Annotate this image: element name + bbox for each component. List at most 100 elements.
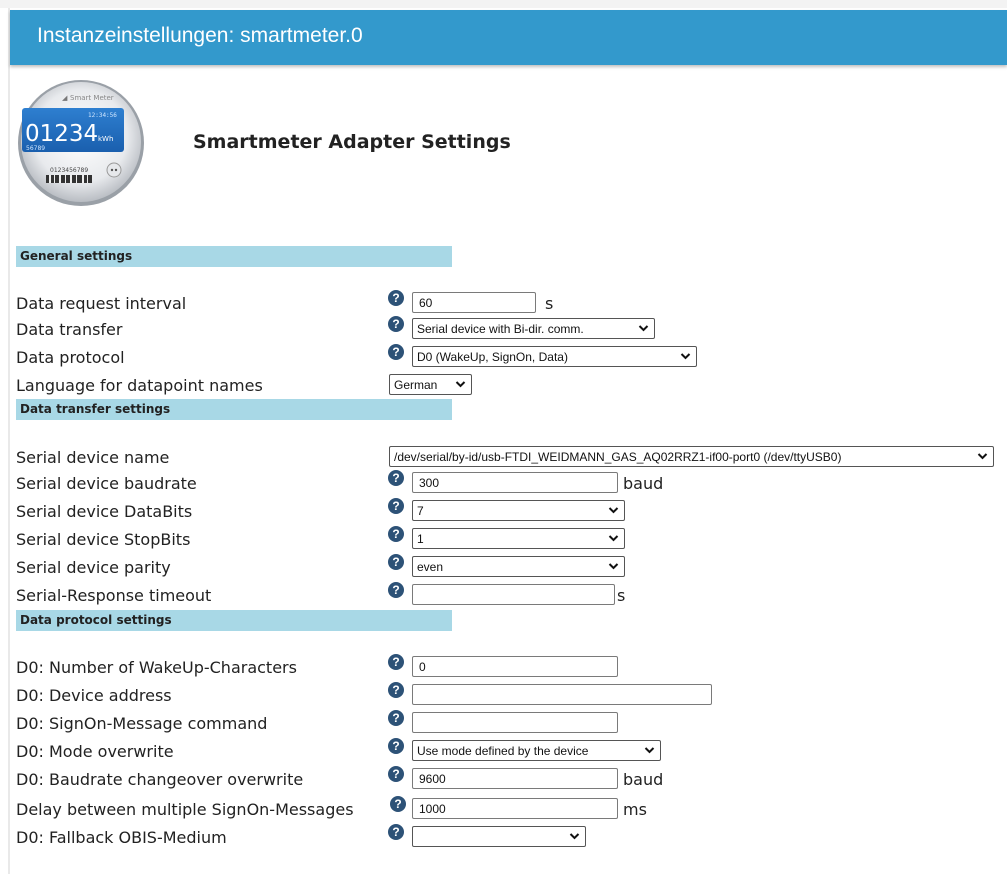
row-serial-baudrate: Serial device baudrate ? 300 baud [16, 470, 1007, 496]
row-data-request-interval: Data request interval ? 60 s [16, 290, 1007, 316]
row-serial-parity: Serial device parity ? even [16, 554, 1007, 580]
row-signon-delay: Delay between multiple SignOn-Messages ?… [16, 796, 1007, 822]
unit-ms: ms [623, 800, 647, 819]
serial-device-name-value: /dev/serial/by-id/usb-FTDI_WEIDMANN_GAS_… [394, 450, 842, 464]
section-data-protocol-settings: Data protocol settings [16, 610, 452, 631]
serial-databits-value: 7 [417, 504, 424, 518]
row-d0-fallback-obis: D0: Fallback OBIS-Medium ? [16, 824, 1007, 850]
help-icon[interactable]: ? [388, 738, 404, 754]
help-icon[interactable]: ? [388, 498, 404, 514]
chevron-down-icon [608, 507, 619, 514]
help-icon[interactable]: ? [388, 582, 404, 598]
meter-reading: 01234 [25, 121, 98, 147]
chevron-down-icon [680, 353, 691, 360]
unit-baud: baud [623, 770, 664, 789]
serial-databits-select[interactable]: 7 [412, 500, 625, 521]
dialog-header: Instanzeinstellungen: smartmeter.0 [10, 10, 1007, 65]
row-serial-device-name: Serial device name /dev/serial/by-id/usb… [16, 444, 1007, 470]
d0-mode-overwrite-select[interactable]: Use mode defined by the device [412, 740, 661, 761]
meter-sub: 56789 [26, 145, 45, 152]
help-icon[interactable]: ? [388, 316, 404, 332]
row-d0-wakeup-characters: D0: Number of WakeUp-Characters ? 0 [16, 654, 1007, 680]
help-icon[interactable]: ? [388, 766, 404, 782]
label-serial-device-name: Serial device name [16, 448, 170, 467]
row-d0-signon-command: D0: SignOn-Message command ? [16, 710, 1007, 736]
meter-unit: kWh [98, 135, 113, 143]
signon-delay-input[interactable]: 1000 [412, 798, 618, 819]
serial-stopbits-value: 1 [417, 532, 424, 546]
chevron-down-icon [569, 833, 580, 840]
unit-seconds: s [545, 294, 554, 313]
dialog-title: Instanzeinstellungen: smartmeter.0 [37, 24, 363, 47]
label-serial-databits: Serial device DataBits [16, 502, 193, 521]
help-icon[interactable]: ? [388, 344, 404, 360]
row-serial-response-timeout: Serial-Response timeout ? s [16, 582, 1007, 608]
row-data-protocol: Data protocol ? D0 (WakeUp, SignOn, Data… [16, 344, 1007, 370]
meter-serial: 0123456789 [50, 167, 88, 174]
chevron-down-icon [608, 535, 619, 542]
help-icon[interactable]: ? [388, 290, 404, 306]
serial-stopbits-select[interactable]: 1 [412, 528, 625, 549]
help-icon[interactable]: ? [388, 682, 404, 698]
data-transfer-value: Serial device with Bi-dir. comm. [417, 322, 584, 336]
row-serial-stopbits: Serial device StopBits ? 1 [16, 526, 1007, 552]
d0-baudrate-changeover-input[interactable]: 9600 [412, 768, 618, 789]
help-icon[interactable]: ? [388, 654, 404, 670]
help-icon[interactable]: ? [388, 824, 404, 840]
label-d0-baudrate-changeover: D0: Baudrate changeover overwrite [16, 770, 304, 789]
row-data-transfer: Data transfer ? Serial device with Bi-di… [16, 316, 1007, 342]
d0-signon-command-input[interactable] [412, 712, 618, 733]
serial-parity-value: even [417, 560, 444, 574]
chevron-down-icon [644, 747, 655, 754]
label-data-request-interval: Data request interval [16, 294, 187, 313]
help-icon[interactable]: ? [390, 796, 406, 812]
serial-parity-select[interactable]: even [412, 556, 625, 577]
serial-device-name-select[interactable]: /dev/serial/by-id/usb-FTDI_WEIDMANN_GAS_… [389, 446, 994, 467]
top-border [0, 0, 1007, 8]
section-data-transfer-settings: Data transfer settings [16, 399, 452, 420]
meter-time: 12:34:56 [88, 112, 117, 119]
help-icon[interactable]: ? [388, 526, 404, 542]
label-data-transfer: Data transfer [16, 320, 123, 339]
label-d0-signon-command: D0: SignOn-Message command [16, 714, 268, 733]
data-request-interval-input[interactable]: 60 [412, 292, 536, 313]
data-transfer-select[interactable]: Serial device with Bi-dir. comm. [412, 318, 655, 339]
help-icon[interactable]: ? [388, 710, 404, 726]
row-serial-databits: Serial device DataBits ? 7 [16, 498, 1007, 524]
d0-device-address-input[interactable] [412, 684, 712, 705]
label-d0-device-address: D0: Device address [16, 686, 172, 705]
label-d0-fallback-obis: D0: Fallback OBIS-Medium [16, 828, 227, 847]
help-icon[interactable]: ? [388, 554, 404, 570]
page-title: Smartmeter Adapter Settings [193, 131, 511, 153]
section-general-settings: General settings [16, 246, 452, 267]
unit-baud: baud [623, 474, 664, 493]
label-serial-response-timeout: Serial-Response timeout [16, 586, 212, 605]
language-select[interactable]: German [389, 374, 472, 395]
meter-brand: Smart Meter [70, 94, 114, 102]
help-icon[interactable]: ? [388, 470, 404, 486]
chevron-down-icon [608, 563, 619, 570]
d0-wakeup-characters-input[interactable]: 0 [412, 656, 618, 677]
serial-response-timeout-input[interactable] [412, 584, 615, 605]
label-d0-wakeup-characters: D0: Number of WakeUp-Characters [16, 658, 297, 677]
chevron-down-icon [455, 381, 466, 388]
smart-meter-image: ◢ Smart Meter 12:34:56 01234 kWh 56789 0… [18, 80, 144, 206]
serial-baudrate-input[interactable]: 300 [412, 472, 618, 493]
data-protocol-value: D0 (WakeUp, SignOn, Data) [417, 350, 568, 364]
unit-seconds: s [617, 586, 626, 605]
label-serial-stopbits: Serial device StopBits [16, 530, 191, 549]
chevron-down-icon [977, 453, 988, 460]
row-language: Language for datapoint names German [16, 372, 1007, 398]
row-d0-mode-overwrite: D0: Mode overwrite ? Use mode defined by… [16, 738, 1007, 764]
d0-mode-overwrite-value: Use mode defined by the device [417, 744, 589, 758]
language-value: German [394, 378, 438, 392]
d0-fallback-obis-select[interactable] [412, 826, 586, 847]
left-border [8, 8, 10, 874]
label-serial-baudrate: Serial device baudrate [16, 474, 197, 493]
chevron-down-icon [638, 325, 649, 332]
row-d0-baudrate-changeover: D0: Baudrate changeover overwrite ? 9600… [16, 766, 1007, 792]
meter-brand-text: ◢ [62, 94, 68, 102]
label-language: Language for datapoint names [16, 376, 263, 395]
row-d0-device-address: D0: Device address ? [16, 682, 1007, 708]
data-protocol-select[interactable]: D0 (WakeUp, SignOn, Data) [412, 346, 697, 367]
